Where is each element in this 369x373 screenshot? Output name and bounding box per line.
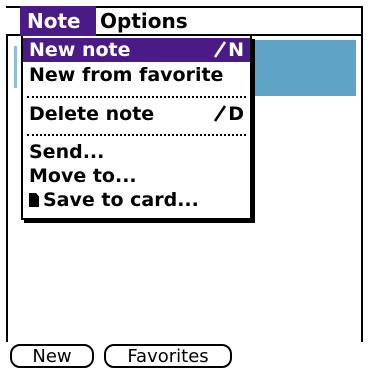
command-stroke-icon	[214, 105, 227, 122]
shortcut-key: D	[228, 103, 244, 125]
shortcut-new-note: N	[214, 38, 244, 62]
menu-item-label: Delete note	[29, 103, 155, 125]
note-menu-dropdown: New note N New from favorite Delete note…	[21, 36, 252, 220]
menu-separator	[27, 134, 246, 136]
menu-item-label: New from favorite	[29, 64, 224, 86]
menu-item-label-wrap: Save to card...	[29, 188, 199, 212]
frame-right-edge	[361, 6, 363, 342]
menu-note[interactable]: Note	[20, 6, 96, 36]
new-button[interactable]: New	[10, 344, 94, 368]
menu-item-delete-note[interactable]: Delete note D	[23, 102, 250, 126]
menu-separator	[27, 96, 246, 98]
menu-item-label: Send...	[29, 141, 105, 163]
palm-screen: Note Options New note N New from favorit…	[0, 0, 369, 373]
command-stroke-icon	[214, 41, 227, 58]
shortcut-key: N	[228, 39, 244, 61]
menu-item-label: Save to card...	[43, 189, 199, 211]
menu-item-label: Move to...	[29, 165, 137, 187]
shortcut-delete-note: D	[214, 102, 244, 126]
menu-item-new-note[interactable]: New note N	[23, 38, 250, 62]
menu-item-move-to[interactable]: Move to...	[23, 164, 250, 188]
favorites-button[interactable]: Favorites	[104, 344, 232, 368]
menu-item-label: New note	[29, 39, 131, 61]
memory-card-icon	[29, 193, 39, 207]
note-content-area[interactable]	[248, 40, 356, 96]
menu-item-send[interactable]: Send...	[23, 140, 250, 164]
menu-options[interactable]: Options	[100, 6, 200, 36]
frame-left-edge	[6, 6, 8, 342]
menu-item-save-to-card[interactable]: Save to card...	[23, 188, 250, 212]
menu-item-new-from-favorite[interactable]: New from favorite	[23, 63, 250, 87]
list-scroll-tick	[14, 46, 17, 88]
